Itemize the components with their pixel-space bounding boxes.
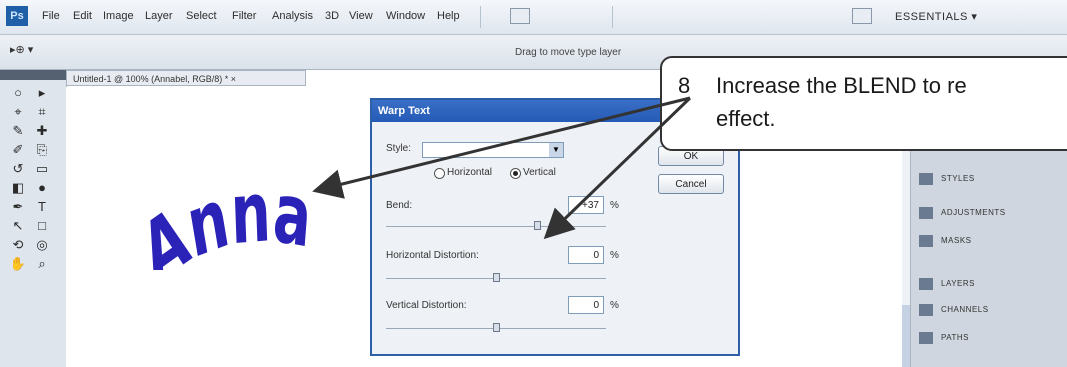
vertical-radio[interactable] bbox=[510, 168, 521, 179]
shape-tool-icon[interactable]: □ bbox=[30, 217, 54, 234]
dodge-tool-icon[interactable]: ● bbox=[30, 179, 54, 196]
horizontal-label: Horizontal bbox=[447, 167, 493, 178]
vertical-distortion-field[interactable]: 0 bbox=[568, 296, 604, 314]
zoom-tool-icon[interactable]: ⌕ bbox=[30, 255, 54, 272]
bend-slider-thumb[interactable] bbox=[533, 221, 541, 230]
horizontal-distortion-thumb[interactable] bbox=[493, 273, 500, 282]
document-tab[interactable]: Untitled-1 @ 100% (Annabel, RGB/8) * × bbox=[66, 70, 306, 86]
menu-bar: Ps File Edit Image Layer Select Filter A… bbox=[0, 0, 1067, 35]
instruction-callout bbox=[660, 56, 1067, 151]
panel-channels[interactable]: CHANNELS bbox=[919, 299, 1064, 321]
bend-label: Bend: bbox=[386, 200, 413, 211]
vertical-distortion-percent: % bbox=[610, 300, 619, 311]
eyedropper-tool-icon[interactable]: ✎ bbox=[6, 122, 30, 139]
3d-rotate-tool-icon[interactable]: ⟲ bbox=[6, 236, 30, 253]
adjustments-icon bbox=[919, 206, 933, 219]
screen-mode-icon[interactable] bbox=[510, 8, 530, 24]
menu-select[interactable]: Select bbox=[186, 10, 217, 22]
healing-tool-icon[interactable]: ✚ bbox=[30, 122, 54, 139]
3d-orbit-tool-icon[interactable]: ◎ bbox=[30, 236, 54, 253]
chevron-down-icon[interactable]: ▼ bbox=[549, 143, 563, 157]
menu-image[interactable]: Image bbox=[103, 10, 134, 22]
horizontal-distortion-label: Horizontal Distortion: bbox=[386, 250, 479, 261]
hand-tool-icon[interactable]: ✋ bbox=[6, 255, 30, 272]
horizontal-distortion-field[interactable]: 0 bbox=[568, 246, 604, 264]
menu-edit[interactable]: Edit bbox=[73, 10, 92, 22]
history-brush-tool-icon[interactable]: ↺ bbox=[6, 160, 30, 177]
menu-file[interactable]: File bbox=[42, 10, 60, 22]
callout-text-line-2: effect. bbox=[716, 106, 776, 131]
brush-tool-icon[interactable]: ✐ bbox=[6, 141, 30, 158]
callout-text-line-1: Increase the BLEND to re bbox=[716, 73, 967, 98]
options-hint: Drag to move type layer bbox=[515, 47, 622, 58]
bend-slider-track[interactable] bbox=[386, 226, 606, 227]
move-tool-icon[interactable]: ▸ bbox=[30, 84, 54, 101]
workspace-switcher[interactable]: ESSENTIALS ▾ bbox=[895, 10, 977, 23]
panel-masks[interactable]: MASKS bbox=[919, 230, 1064, 252]
type-tool-icon[interactable]: T bbox=[30, 198, 54, 215]
bend-percent: % bbox=[610, 200, 619, 211]
panel-layers-label: LAYERS bbox=[941, 279, 975, 288]
tools-panel: ○ ▸ ⌖ ⌗ ✎ ✚ ✐ ⎘ ↺ ▭ ◧ ● ✒ T ↖ □ ⟲ ◎ ✋ ⌕ bbox=[0, 70, 67, 367]
cancel-button[interactable]: Cancel bbox=[658, 174, 724, 194]
gradient-tool-icon[interactable]: ◧ bbox=[6, 179, 30, 196]
quick-select-tool-icon[interactable]: ⌖ bbox=[6, 103, 30, 120]
lasso-tool-icon[interactable]: ○ bbox=[6, 84, 30, 101]
panel-layers[interactable]: LAYERS bbox=[919, 273, 1064, 295]
panel-adjustments[interactable]: ADJUSTMENTS bbox=[919, 202, 1064, 224]
paths-icon bbox=[919, 331, 933, 344]
menu-window[interactable]: Window bbox=[386, 10, 425, 22]
panel-styles[interactable]: STYLES bbox=[919, 168, 1064, 190]
masks-icon bbox=[919, 234, 933, 247]
vertical-distortion-thumb[interactable] bbox=[493, 323, 500, 332]
clone-tool-icon[interactable]: ⎘ bbox=[30, 141, 54, 158]
annabel-text: Annabel bbox=[150, 120, 315, 270]
panel-adjustments-label: ADJUSTMENTS bbox=[941, 208, 1006, 217]
style-label: Style: bbox=[386, 143, 412, 154]
layers-icon bbox=[919, 277, 933, 290]
panel-paths[interactable]: PATHS bbox=[919, 327, 1064, 349]
menu-layer[interactable]: Layer bbox=[145, 10, 173, 22]
menu-separator bbox=[612, 6, 613, 28]
tools-panel-header[interactable] bbox=[0, 70, 66, 80]
arrange-documents-icon[interactable] bbox=[852, 8, 872, 24]
style-dropdown[interactable]: ▼ bbox=[422, 142, 564, 158]
horizontal-distortion-percent: % bbox=[610, 250, 619, 261]
crop-tool-icon[interactable]: ⌗ bbox=[30, 103, 54, 120]
channels-icon bbox=[919, 303, 933, 316]
vertical-label: Vertical bbox=[523, 167, 556, 178]
panel-channels-label: CHANNELS bbox=[941, 305, 989, 314]
photoshop-logo: Ps bbox=[6, 6, 28, 26]
menu-separator bbox=[480, 6, 481, 28]
tool-preset-picker[interactable]: ▸⊕ ▾ bbox=[10, 43, 40, 61]
warped-text-art: Annabel bbox=[150, 120, 315, 270]
scrollbar-thumb[interactable] bbox=[902, 305, 910, 367]
bend-field[interactable]: +37 bbox=[568, 196, 604, 214]
menu-filter[interactable]: Filter bbox=[232, 10, 256, 22]
menu-help[interactable]: Help bbox=[437, 10, 460, 22]
pen-tool-icon[interactable]: ✒ bbox=[6, 198, 30, 215]
menu-view[interactable]: View bbox=[349, 10, 373, 22]
menu-analysis[interactable]: Analysis bbox=[272, 10, 313, 22]
panel-paths-label: PATHS bbox=[941, 333, 969, 342]
styles-icon bbox=[919, 172, 933, 185]
callout-step-number: 8 bbox=[678, 73, 691, 98]
panel-styles-label: STYLES bbox=[941, 174, 975, 183]
menu-3d[interactable]: 3D bbox=[325, 10, 339, 22]
vertical-distortion-label: Vertical Distortion: bbox=[386, 300, 467, 311]
panel-masks-label: MASKS bbox=[941, 236, 972, 245]
horizontal-radio[interactable] bbox=[434, 168, 445, 179]
eraser-tool-icon[interactable]: ▭ bbox=[30, 160, 54, 177]
path-select-tool-icon[interactable]: ↖ bbox=[6, 217, 30, 234]
